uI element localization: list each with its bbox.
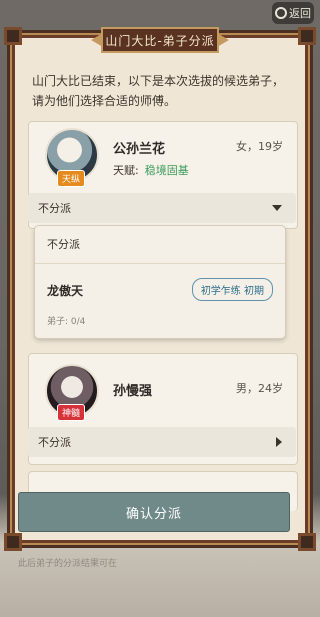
candidate-name: 公孙兰花: [113, 142, 166, 157]
dropdown-selected-value: 不分派: [38, 436, 71, 449]
panel-title: 山门大比-弟子分派: [101, 27, 219, 53]
talent-badge: 天纵: [57, 170, 86, 187]
panel-description: 山门大比已结束，以下是本次选拔的候选弟子，请为他们选择合适的师傅。: [32, 74, 285, 108]
caret-right-icon: [276, 437, 282, 447]
dropdown-selected-value: 不分派: [38, 202, 71, 215]
master-rank-badge: 初学乍练 初期: [191, 278, 273, 301]
return-icon: [275, 7, 287, 19]
frame-corner-ornament: [298, 533, 316, 551]
confirm-assign-button[interactable]: 确认分派: [18, 492, 290, 532]
background-faded-text: 此后弟子的分派结果可在: [18, 559, 118, 569]
assignment-dropdown[interactable]: 不分派: [28, 427, 296, 457]
assignment-dropdown[interactable]: 不分派: [28, 193, 296, 223]
talent-value: 稳境固基: [144, 164, 189, 177]
master-disciple-count: 弟子: 0/4: [47, 317, 86, 327]
talent-label: 天赋:: [113, 164, 139, 177]
back-label: 返回: [289, 7, 311, 20]
back-button[interactable]: 返回: [272, 2, 314, 24]
master-name: 龙傲天: [47, 284, 84, 298]
candidate-gender-age: 男，24岁: [236, 382, 283, 395]
candidate-gender-age: 女，19岁: [236, 140, 283, 153]
candidate-name: 孙慢强: [113, 384, 153, 399]
talent-row: 天赋: 稳境固基: [113, 162, 189, 178]
frame-corner-ornament: [4, 533, 22, 551]
menu-option-master[interactable]: 龙傲天 初学乍练 初期 弟子: 0/4: [35, 264, 285, 340]
frame-corner-ornament: [298, 27, 316, 45]
talent-badge: 神髓: [57, 404, 86, 421]
menu-option-none[interactable]: 不分派: [35, 226, 285, 264]
caret-down-icon: [272, 205, 282, 211]
frame-corner-ornament: [4, 27, 22, 45]
dropdown-menu: 不分派 龙傲天 初学乍练 初期 弟子: 0/4: [34, 225, 286, 339]
